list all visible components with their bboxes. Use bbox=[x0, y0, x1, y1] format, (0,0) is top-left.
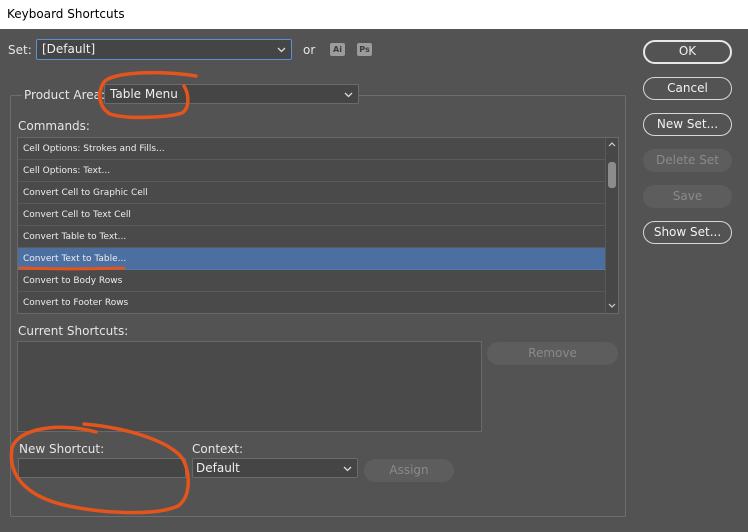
photoshop-icon[interactable]: Ps bbox=[357, 43, 372, 56]
scroll-thumb[interactable] bbox=[608, 162, 616, 188]
list-item[interactable]: Convert Cell to Text Cell bbox=[18, 204, 606, 226]
scroll-up-icon[interactable] bbox=[608, 141, 616, 147]
assign-button[interactable]: Assign bbox=[364, 459, 454, 482]
list-item[interactable]: Convert to Body Rows bbox=[18, 270, 606, 292]
current-shortcuts-list[interactable] bbox=[17, 341, 482, 432]
list-item[interactable]: Convert Table to Text... bbox=[18, 226, 606, 248]
current-shortcuts-label: Current Shortcuts: bbox=[18, 324, 129, 338]
list-item[interactable]: Convert to Footer Rows bbox=[18, 292, 606, 313]
list-item[interactable]: Convert Cell to Graphic Cell bbox=[18, 182, 606, 204]
remove-button[interactable]: Remove bbox=[487, 342, 618, 365]
chevron-down-icon bbox=[344, 92, 353, 98]
or-label: or bbox=[303, 43, 316, 57]
product-area-value: Table Menu bbox=[110, 87, 178, 101]
ok-button[interactable]: OK bbox=[643, 40, 732, 64]
context-label: Context: bbox=[192, 442, 244, 456]
window-title: Keyboard Shortcuts bbox=[7, 7, 125, 21]
show-set-button[interactable]: Show Set... bbox=[643, 221, 732, 244]
context-value: Default bbox=[196, 461, 240, 475]
set-label: Set: bbox=[8, 43, 32, 57]
commands-scrollbar[interactable] bbox=[605, 138, 618, 313]
illustrator-icon[interactable]: Ai bbox=[330, 43, 345, 56]
set-dropdown[interactable]: [Default] bbox=[36, 39, 292, 60]
product-area-label: Product Area: bbox=[22, 88, 108, 102]
context-dropdown[interactable]: Default bbox=[192, 458, 358, 478]
list-item[interactable]: Cell Options: Text... bbox=[18, 160, 606, 182]
commands-label: Commands: bbox=[18, 119, 90, 133]
save-button[interactable]: Save bbox=[643, 185, 732, 208]
scroll-down-icon[interactable] bbox=[608, 303, 616, 309]
commands-list[interactable]: Cell Options: Strokes and Fills... Cell … bbox=[17, 137, 619, 314]
delete-set-button[interactable]: Delete Set bbox=[643, 149, 732, 172]
cancel-button[interactable]: Cancel bbox=[643, 77, 732, 100]
new-set-button[interactable]: New Set... bbox=[643, 113, 732, 136]
chevron-down-icon bbox=[277, 47, 286, 53]
list-item[interactable]: Cell Options: Strokes and Fills... bbox=[18, 138, 606, 160]
window-titlebar: Keyboard Shortcuts bbox=[0, 0, 748, 29]
list-item-selected[interactable]: Convert Text to Table... bbox=[18, 248, 606, 270]
chevron-down-icon bbox=[343, 466, 352, 472]
product-area-dropdown[interactable]: Table Menu bbox=[104, 84, 359, 104]
new-shortcut-field[interactable] bbox=[18, 458, 186, 478]
new-shortcut-label: New Shortcut: bbox=[19, 442, 105, 456]
set-dropdown-value: [Default] bbox=[42, 42, 96, 56]
